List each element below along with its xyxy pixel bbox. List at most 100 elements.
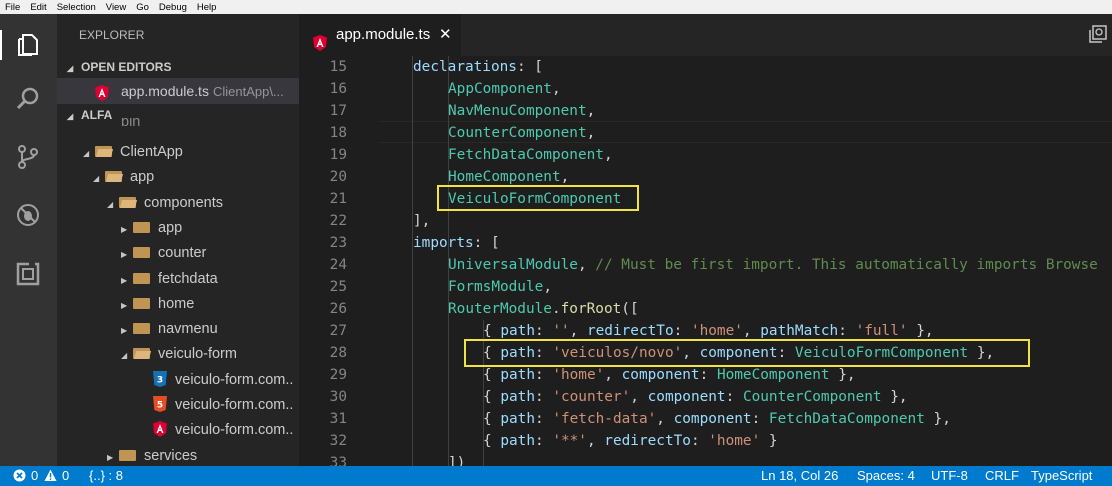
collapsed-chevron-icon: ▶ [121,250,128,259]
project-header[interactable]: ◢ ALFA [57,104,299,126]
code-line: 23 imports: [ [329,235,500,251]
code-line: 17 NavMenuComponent, [329,103,596,119]
angular-file-icon [95,83,109,101]
tree-folder-bin[interactable]: bin [121,118,140,132]
error-count[interactable]: 0 [31,466,38,486]
source-control-icon[interactable] [14,143,42,171]
menu-view[interactable]: View [101,2,131,13]
svg-text:3: 3 [157,376,163,386]
explorer-title: EXPLORER [79,28,145,42]
folder-open-icon [105,171,122,182]
code-line: 33]) [329,455,466,466]
menu-edit[interactable]: Edit [25,2,51,13]
warning-icon[interactable] [44,466,57,486]
files-icon[interactable] [14,31,42,59]
menu-help[interactable]: Help [192,2,222,13]
code-line: 16 AppComponent, [329,81,561,97]
menu-go[interactable]: Go [131,2,154,13]
tab-label: app.module.ts [336,26,431,43]
tree-file-ts[interactable]: veiculo-form.com.. [153,418,293,443]
highlight-box-declaration [437,185,639,211]
error-icon[interactable] [13,466,26,486]
collapsed-chevron-icon: ▶ [107,453,114,462]
code-line: 32{ path: '**', redirectTo: 'home' } [329,433,778,449]
status-bar: 0 0 {..} : 8 Ln 18, Col 26 Spaces: 4 UTF… [0,466,1112,486]
explorer-sidebar: EXPLORER ◢ OPEN EDITORS app.module.ts Clie… [57,14,299,466]
expanded-chevron-icon: ◢ [83,149,90,158]
folder-icon [133,273,150,284]
tree-file-css[interactable]: 3 veiculo-form.com.. [153,368,293,393]
encoding[interactable]: UTF-8 [931,466,968,486]
code-line: 30{ path: 'counter', component: CounterC… [329,389,908,405]
collapsed-chevron-icon: ▶ [121,326,128,335]
code-line: 26 RouterModule.forRoot([ [329,301,639,317]
editor-tabs: app.module.ts ✕ [299,14,1112,56]
collapsed-chevron-icon: ▶ [121,225,128,234]
html-file-icon: 5 [153,396,167,412]
folder-icon [133,298,150,309]
tree-folder-counter[interactable]: ▶ counter [121,241,206,266]
tree-folder-components[interactable]: ◢ components [107,191,223,216]
extensions-icon[interactable] [14,260,42,288]
tab-app-module[interactable]: app.module.ts ✕ [299,14,461,56]
folder-icon [133,323,150,334]
expanded-chevron-icon: ◢ [107,200,114,209]
activity-bar [0,14,57,466]
open-editor-name: app.module.ts [121,83,209,99]
tree-folder-navmenu[interactable]: ▶ navmenu [121,317,218,342]
tree-folder-veiculo-form[interactable]: ◢ veiculo-form [121,342,237,367]
code-line: 19 FetchDataComponent, [329,147,613,163]
close-icon[interactable]: ✕ [439,14,452,56]
menu-debug[interactable]: Debug [154,2,192,13]
folder-icon [133,247,150,258]
braces-indicator[interactable]: {..} : 8 [89,466,123,486]
tree-file-html[interactable]: 5 veiculo-form.com.. [153,393,293,418]
active-indicator [0,30,2,60]
highlight-box-route [464,339,1030,367]
tree-folder-app[interactable]: ◢ app [93,165,154,190]
collapsed-chevron-icon: ▶ [121,276,128,285]
tree-folder-clientapp[interactable]: ◢ ClientApp [83,140,183,165]
code-line: 25 FormsModule, [329,279,552,295]
open-editors-header[interactable]: ◢ OPEN EDITORS [57,56,299,78]
collapsed-chevron-icon: ▶ [121,301,128,310]
svg-text:5: 5 [157,401,163,411]
language-mode[interactable]: TypeScript [1031,466,1092,486]
menu-bar: File Edit Selection View Go Debug Help [0,0,1112,14]
open-editor-path: ClientApp\... [212,84,284,99]
warning-count[interactable]: 0 [62,466,69,486]
tree-folder-fetchdata[interactable]: ▶ fetchdata [121,267,218,292]
angular-file-icon [153,421,167,437]
tree-folder-home[interactable]: ▶ home [121,292,194,317]
code-line: 18 CounterComponent, [329,125,596,141]
debug-icon[interactable] [14,201,42,229]
folder-open-icon [133,348,150,359]
code-line: 20 HomeComponent, [329,169,570,185]
menu-selection[interactable]: Selection [52,2,101,13]
expanded-chevron-icon: ◢ [121,351,128,360]
expanded-chevron-icon: ◢ [93,174,100,183]
folder-icon [119,450,136,461]
code-editor[interactable]: 15 declarations: [ 16 AppComponent, 17 NavM… [299,56,1112,466]
collapse-triangle-icon: ◢ [67,112,74,121]
code-line: 21 VeiculoFormComponent [329,191,622,207]
split-editor-icon[interactable] [1088,24,1108,48]
code-line: 24 UniversalModule, // Must be first impo… [329,257,1098,273]
line-ending[interactable]: CRLF [985,466,1019,486]
indentation[interactable]: Spaces: 4 [857,466,915,486]
search-icon[interactable] [14,85,42,113]
code-line: 22], [329,213,431,229]
css-file-icon: 3 [153,371,167,387]
cursor-position[interactable]: Ln 18, Col 26 [761,466,838,486]
menu-file[interactable]: File [0,2,25,13]
tree-folder-app-component[interactable]: ▶ app [121,216,182,241]
code-line: 31{ path: 'fetch-data', component: Fetch… [329,411,951,427]
code-line: 29{ path: 'home', component: HomeCompone… [329,367,856,383]
folder-icon [133,222,150,233]
tree-folder-services[interactable]: ▶ services [107,444,197,466]
code-line: 15 declarations: [ [329,59,543,75]
collapse-triangle-icon: ◢ [67,64,74,73]
folder-open-icon [95,146,112,157]
folder-open-icon [119,197,136,208]
open-editor-item[interactable]: app.module.ts ClientApp\... [57,78,299,104]
